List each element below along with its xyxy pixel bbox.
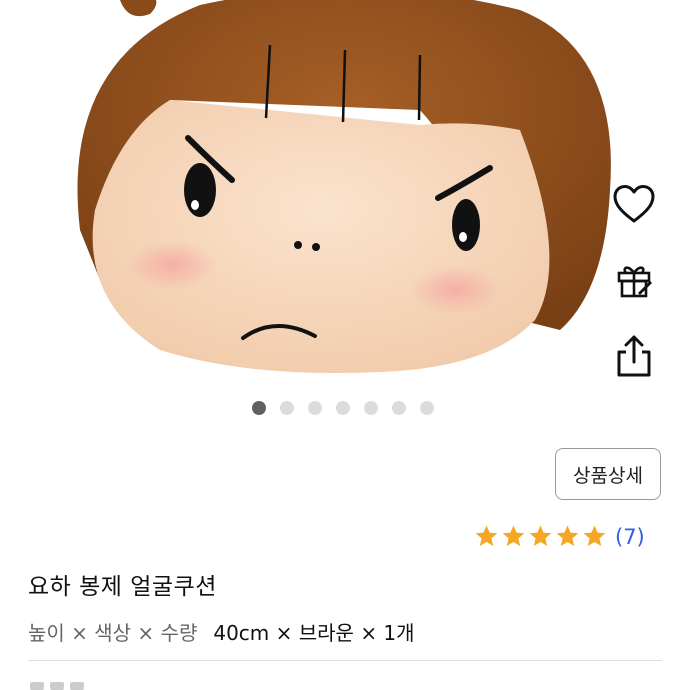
- gift-icon: [617, 266, 652, 298]
- carousel-dot[interactable]: [392, 401, 406, 415]
- product-title: 요하 봉제 얼굴쿠션: [28, 574, 217, 600]
- share-icon: [617, 335, 651, 377]
- share-button[interactable]: [610, 332, 658, 380]
- star-icon: [556, 525, 579, 546]
- carousel-dot[interactable]: [420, 401, 434, 415]
- star-icon: [475, 525, 498, 546]
- divider: [28, 660, 662, 661]
- review-count-link[interactable]: (7): [615, 525, 645, 549]
- star-icon: [502, 525, 525, 546]
- carousel-dot[interactable]: [364, 401, 378, 415]
- star-icon: [529, 525, 552, 546]
- product-image-gallery[interactable]: [0, 0, 690, 395]
- gift-button[interactable]: [610, 256, 658, 304]
- option-labels: 높이 × 색상 × 수량: [28, 621, 198, 645]
- selected-options: 높이 × 색상 × 수량 40cm × 브라운 × 1개: [28, 617, 415, 646]
- rating[interactable]: (7): [474, 524, 645, 549]
- carousel-indicator: [252, 401, 434, 415]
- rating-stars: [474, 524, 607, 549]
- product-image: [77, 0, 611, 374]
- wishlist-button[interactable]: [610, 180, 658, 228]
- side-actions: [604, 180, 664, 380]
- option-values: 40cm × 브라운 × 1개: [213, 621, 415, 645]
- carousel-dot[interactable]: [280, 401, 294, 415]
- next-section-peek: [30, 682, 84, 690]
- product-detail-button[interactable]: 상품상세: [555, 448, 661, 500]
- star-icon: [583, 525, 606, 546]
- carousel-dot[interactable]: [308, 401, 322, 415]
- heart-icon: [613, 185, 655, 223]
- carousel-dot[interactable]: [336, 401, 350, 415]
- carousel-dot[interactable]: [252, 401, 266, 415]
